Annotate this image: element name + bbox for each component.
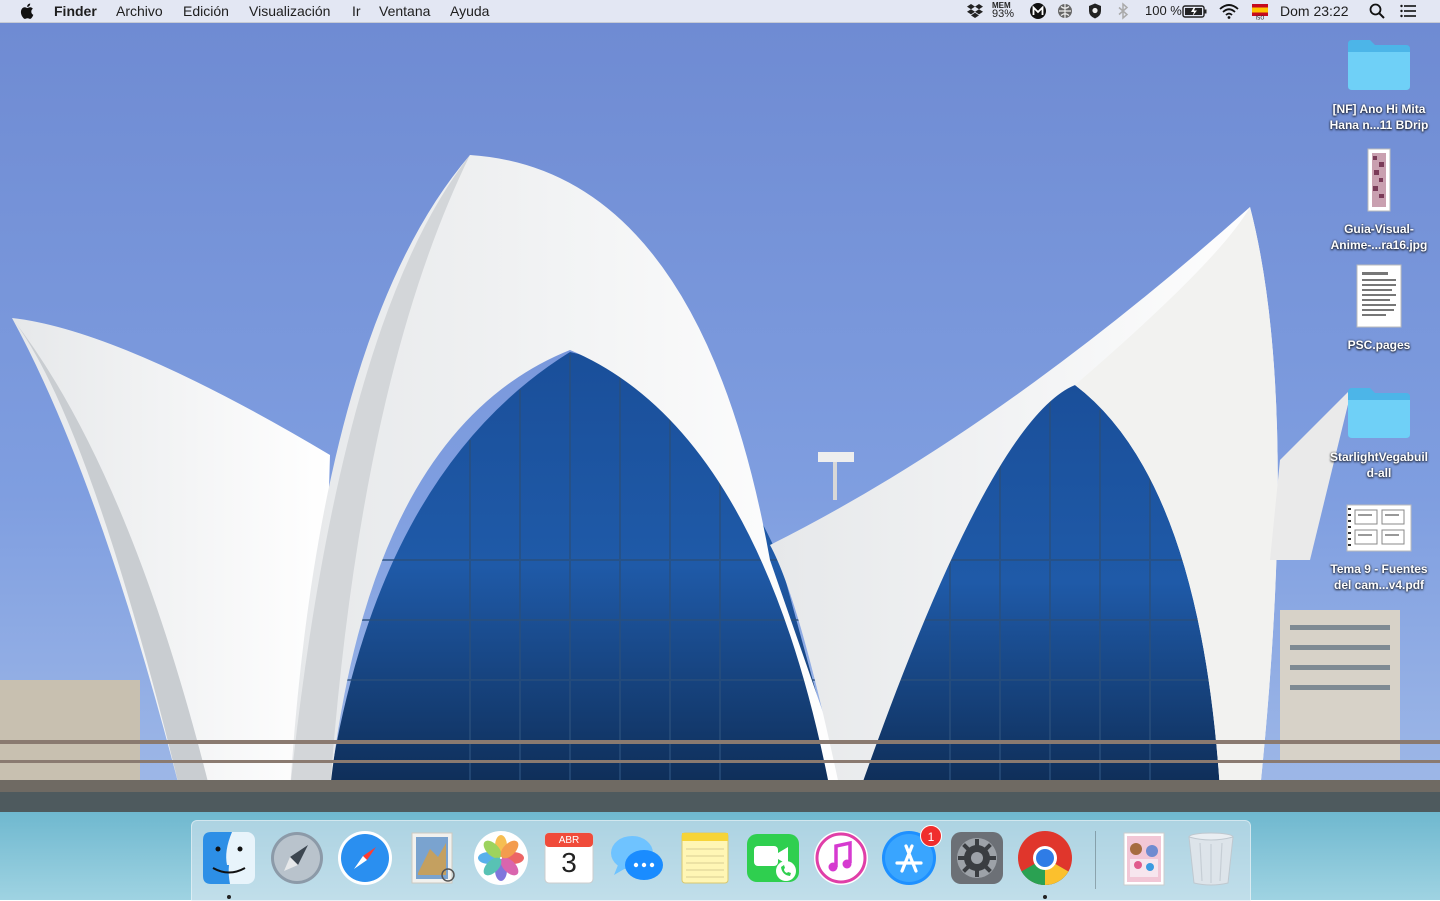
list-icon[interactable] bbox=[1399, 2, 1417, 20]
battery-icon[interactable] bbox=[1182, 2, 1208, 20]
dock-launchpad[interactable] bbox=[268, 829, 326, 891]
shield-icon[interactable] bbox=[1086, 2, 1104, 20]
launchpad-icon bbox=[271, 832, 323, 884]
dock-safari[interactable] bbox=[336, 829, 394, 891]
desktop-item-label: PSC.pages bbox=[1347, 338, 1411, 352]
desktop-item-folder-starlight[interactable]: StarlightVegabuil d-all bbox=[1320, 384, 1438, 481]
dock: ABR 3 1 bbox=[191, 820, 1251, 901]
dock-app-store[interactable]: 1 bbox=[880, 825, 942, 891]
dock-mail[interactable] bbox=[404, 829, 462, 891]
calendar-day: 3 bbox=[561, 847, 577, 878]
trash-icon bbox=[1188, 832, 1234, 886]
desktop-wallpaper bbox=[0, 0, 1440, 900]
dock-facetime[interactable] bbox=[744, 829, 802, 891]
desktop-item-tema9-pdf[interactable]: Tema 9 - Fuentes del cam...v4.pdf bbox=[1320, 504, 1438, 593]
menu-archivo[interactable]: Archivo bbox=[116, 3, 163, 19]
finder-icon bbox=[203, 832, 255, 884]
dock-system-preferences[interactable] bbox=[948, 829, 1006, 891]
bluetooth-icon[interactable] bbox=[1114, 2, 1132, 20]
image-file-icon bbox=[1367, 148, 1391, 212]
dock-messages[interactable] bbox=[608, 829, 666, 891]
dock-notes[interactable] bbox=[676, 829, 734, 891]
clock[interactable]: Dom 23:22 bbox=[1280, 3, 1348, 19]
running-indicator bbox=[1043, 895, 1047, 899]
apple-icon[interactable] bbox=[19, 2, 37, 20]
folder-icon bbox=[1348, 388, 1410, 438]
desktop-item-guia-visual[interactable]: Guia-Visual- Anime-...ra16.jpg bbox=[1320, 148, 1438, 253]
desktop-item-label: StarlightVegabuil d-all bbox=[1329, 450, 1428, 480]
folder-icon bbox=[1348, 40, 1410, 90]
calendar-month: ABR bbox=[558, 835, 580, 846]
pages-document-icon bbox=[1356, 264, 1402, 328]
notes-icon bbox=[681, 832, 729, 884]
desktop-item-label: Guia-Visual- Anime-...ra16.jpg bbox=[1330, 222, 1428, 252]
input-source-flag-icon[interactable]: ISO bbox=[1251, 2, 1269, 20]
dock-finder[interactable] bbox=[200, 829, 258, 899]
dock-calendar[interactable]: ABR 3 bbox=[540, 829, 598, 891]
battery-percent[interactable]: 100 % bbox=[1145, 3, 1182, 19]
desktop-item-folder-anohi[interactable]: [NF] Ano Hi Mita Hana n...11 BDrip bbox=[1320, 36, 1438, 133]
menu-ventana[interactable]: Ventana bbox=[379, 3, 430, 19]
menu-ayuda[interactable]: Ayuda bbox=[450, 3, 489, 19]
svg-text:ISO: ISO bbox=[1256, 16, 1265, 21]
desktop-item-label: Tema 9 - Fuentes del cam...v4.pdf bbox=[1330, 562, 1428, 592]
itunes-icon bbox=[814, 831, 868, 885]
memory-monitor[interactable]: MEM 93% bbox=[992, 1, 1015, 20]
menu-visualizacion[interactable]: Visualización bbox=[249, 3, 330, 19]
m-icon[interactable] bbox=[1029, 2, 1047, 20]
menu-app-name[interactable]: Finder bbox=[54, 3, 97, 19]
menu-edicion[interactable]: Edición bbox=[183, 3, 229, 19]
messages-icon bbox=[611, 836, 663, 880]
pdf-document-icon bbox=[1346, 504, 1412, 552]
photos-icon bbox=[474, 831, 528, 885]
chrome-icon bbox=[1018, 831, 1072, 886]
stack-icon bbox=[1123, 832, 1165, 886]
dropbox-icon[interactable] bbox=[966, 2, 984, 20]
wifi-icon[interactable] bbox=[1219, 2, 1239, 20]
dock-separator bbox=[1095, 831, 1096, 889]
notification-badge: 1 bbox=[920, 825, 942, 847]
dock-trash[interactable] bbox=[1182, 829, 1240, 891]
dock-chrome[interactable] bbox=[1016, 829, 1074, 899]
system-preferences-icon bbox=[951, 832, 1003, 884]
running-indicator bbox=[227, 895, 231, 899]
memory-value: 93% bbox=[992, 8, 1015, 20]
menu-bar: Finder Archivo Edición Visualización Ir … bbox=[0, 0, 1440, 23]
desktop-item-label: [NF] Ano Hi Mita Hana n...11 BDrip bbox=[1329, 102, 1429, 132]
safari-icon bbox=[338, 831, 392, 885]
search-icon[interactable] bbox=[1368, 2, 1386, 20]
dock-photos[interactable] bbox=[472, 829, 530, 891]
facetime-icon bbox=[747, 834, 799, 882]
globe-icon[interactable] bbox=[1056, 2, 1074, 20]
dock-stack[interactable] bbox=[1114, 829, 1172, 891]
menu-ir[interactable]: Ir bbox=[352, 3, 361, 19]
mail-icon bbox=[411, 832, 455, 884]
desktop-item-psc-pages[interactable]: PSC.pages bbox=[1320, 264, 1438, 353]
dock-itunes[interactable] bbox=[812, 829, 870, 891]
